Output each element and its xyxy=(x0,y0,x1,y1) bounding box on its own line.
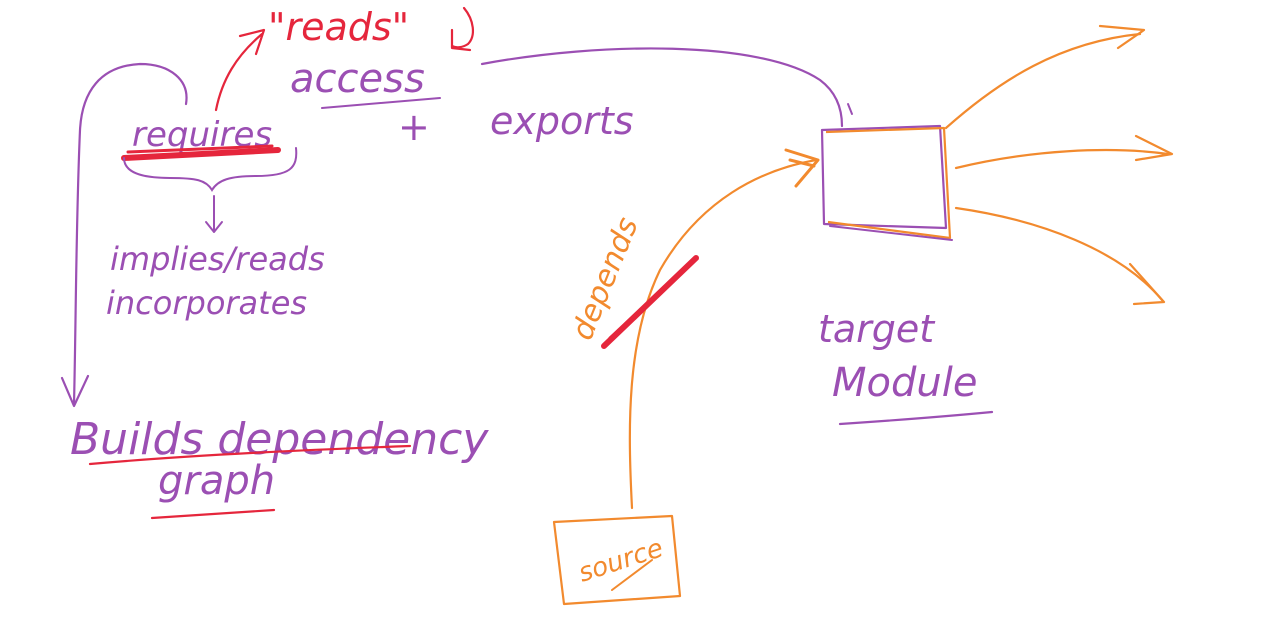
whiteboard-canvas: "reads" access + exports requires implie… xyxy=(0,0,1268,634)
plus-label: + xyxy=(398,105,430,149)
graph-underline xyxy=(150,508,276,520)
implies-reads-label: implies/reads xyxy=(110,240,325,278)
outgoing-arrow-bottom xyxy=(954,206,1164,302)
incorporates-label: incorporates xyxy=(106,284,307,322)
reads-label: "reads" xyxy=(268,5,409,49)
outgoing-arrow-top xyxy=(944,32,1142,130)
access-to-module-tick xyxy=(847,103,853,115)
depends-label: depends xyxy=(565,213,646,345)
target-module-box-orange xyxy=(825,126,952,240)
module-underline xyxy=(838,410,994,426)
source-to-module-arrow xyxy=(628,158,818,510)
builds-dependency-label: Builds dependency xyxy=(70,414,489,465)
access-label: access xyxy=(290,56,425,102)
source-label: source xyxy=(575,533,667,588)
target-module-box-purple xyxy=(820,124,948,230)
module-label: Module xyxy=(832,360,977,406)
outgoing-arrow-middle-head xyxy=(1134,134,1174,162)
source-to-module-arrowhead xyxy=(784,148,820,188)
graph-label: graph xyxy=(158,458,275,504)
reads-to-access-arrow xyxy=(450,6,474,49)
target-label: target xyxy=(818,307,936,351)
diagram-svg: "reads" access + exports requires implie… xyxy=(60,5,1174,606)
exports-label: exports xyxy=(490,99,634,143)
reads-arrow-line xyxy=(214,32,264,112)
